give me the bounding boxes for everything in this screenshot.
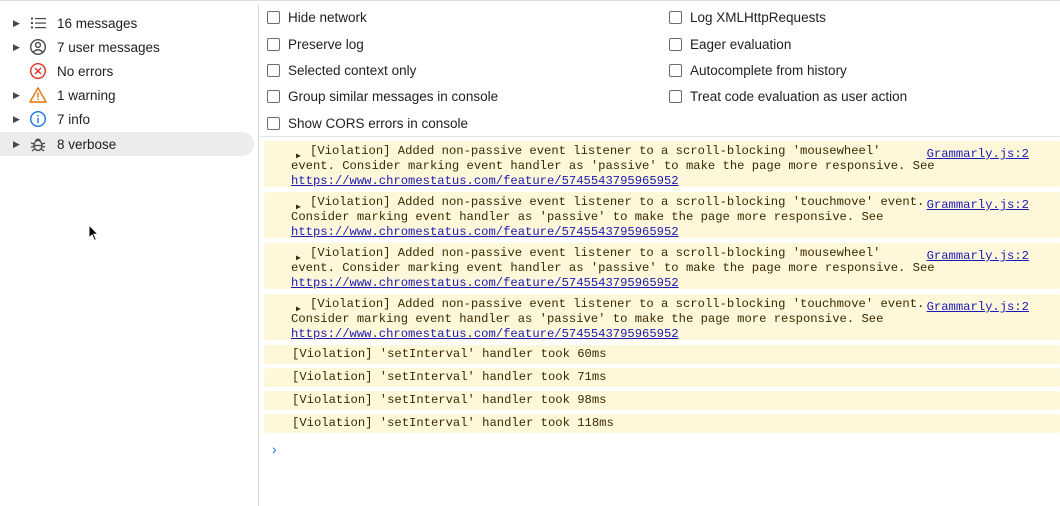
source-link[interactable]: Grammarly.js:2	[927, 300, 1029, 315]
sidebar-item-user-messages[interactable]: ▶ 7 user messages	[0, 35, 254, 59]
message-text: [Violation] 'setInterval' handler took 7…	[292, 370, 607, 384]
sidebar-item-errors[interactable]: ▶ No errors	[0, 59, 254, 83]
expand-arrow-icon[interactable]: ▶	[13, 42, 20, 53]
message-text: [Violation] Added non-passive event list…	[310, 246, 881, 260]
message-text: event. Consider marking event handler as…	[291, 261, 935, 275]
message-text: [Violation] 'setInterval' handler took 6…	[292, 347, 607, 361]
expand-arrow-icon[interactable]: ▶	[13, 139, 20, 150]
message-text: Consider marking event handler as 'passi…	[291, 312, 884, 326]
console-message-interval: [Violation] 'setInterval' handler took 9…	[264, 391, 1060, 410]
treat-code-evaluation-checkbox[interactable]: Treat code evaluation as user action	[669, 89, 907, 104]
mouse-cursor-icon	[88, 223, 100, 247]
source-link[interactable]: Grammarly.js:2	[927, 147, 1029, 162]
selected-context-checkbox[interactable]: Selected context only	[267, 63, 416, 78]
checkbox-box[interactable]	[669, 38, 682, 51]
message-text: Consider marking event handler as 'passi…	[291, 210, 884, 224]
console-sidebar: ▶ 16 messages ▶ 7 user messages ▶ No err…	[0, 5, 259, 506]
message-text: [Violation] 'setInterval' handler took 9…	[292, 393, 607, 407]
checkbox-box[interactable]	[669, 11, 682, 24]
error-icon	[29, 62, 47, 80]
show-cors-errors-checkbox[interactable]: Show CORS errors in console	[267, 116, 468, 131]
checkbox-box[interactable]	[267, 90, 280, 103]
console-message-violation: ▶ [Violation] Added non-passive event li…	[264, 294, 1060, 342]
message-text: [Violation] 'setInterval' handler took 1…	[292, 416, 614, 430]
list-icon	[29, 14, 47, 32]
sidebar-item-label: 16 messages	[57, 15, 138, 31]
console-prompt[interactable]: ›	[272, 441, 277, 457]
console-message-violation: ▶ [Violation] Added non-passive event li…	[264, 243, 1060, 291]
autocomplete-history-checkbox[interactable]: Autocomplete from history	[669, 63, 847, 78]
feature-link[interactable]: https://www.chromestatus.com/feature/574…	[291, 276, 679, 291]
checkbox-label: Log XMLHttpRequests	[690, 10, 826, 25]
checkbox-label: Autocomplete from history	[690, 63, 847, 78]
log-xmlhttprequests-checkbox[interactable]: Log XMLHttpRequests	[669, 10, 826, 25]
checkbox-label: Eager evaluation	[690, 37, 792, 52]
source-link[interactable]: Grammarly.js:2	[927, 249, 1029, 264]
preserve-log-checkbox[interactable]: Preserve log	[267, 37, 364, 52]
sidebar-item-label: No errors	[57, 63, 114, 79]
hide-network-checkbox[interactable]: Hide network	[267, 10, 367, 25]
checkbox-label: Preserve log	[288, 37, 364, 52]
source-link[interactable]: Grammarly.js:2	[927, 198, 1029, 213]
checkbox-box[interactable]	[267, 117, 280, 130]
feature-link[interactable]: https://www.chromestatus.com/feature/574…	[291, 225, 679, 240]
sidebar-item-info[interactable]: ▶ 7 info	[0, 107, 254, 131]
info-icon	[29, 110, 47, 128]
expand-arrow-icon[interactable]: ▶	[13, 90, 20, 101]
checkbox-label: Hide network	[288, 10, 367, 25]
checkbox-box[interactable]	[267, 11, 280, 24]
expand-arrow-icon[interactable]: ▶	[13, 18, 20, 29]
expand-arrow-icon[interactable]: ▶	[13, 114, 20, 125]
feature-link[interactable]: https://www.chromestatus.com/feature/574…	[291, 174, 679, 189]
feature-link[interactable]: https://www.chromestatus.com/feature/574…	[291, 327, 679, 342]
console-message-interval: [Violation] 'setInterval' handler took 1…	[264, 414, 1060, 433]
user-circle-icon	[29, 38, 47, 56]
console-settings-panel: Hide network Preserve log Selected conte…	[260, 5, 1060, 137]
console-message-violation: ▶ [Violation] Added non-passive event li…	[264, 192, 1060, 240]
console-message-interval: [Violation] 'setInterval' handler took 6…	[264, 345, 1060, 364]
console-message-interval: [Violation] 'setInterval' handler took 7…	[264, 368, 1060, 387]
message-text: [Violation] Added non-passive event list…	[310, 297, 925, 311]
sidebar-item-messages[interactable]: ▶ 16 messages	[0, 11, 254, 35]
checkbox-label: Selected context only	[288, 63, 417, 78]
eager-evaluation-checkbox[interactable]: Eager evaluation	[669, 37, 791, 52]
sidebar-item-warnings[interactable]: ▶ 1 warning	[0, 83, 254, 107]
message-text: event. Consider marking event handler as…	[291, 159, 935, 173]
message-text: [Violation] Added non-passive event list…	[310, 144, 881, 158]
warning-icon	[29, 86, 47, 104]
console-message-violation: ▶ [Violation] Added non-passive event li…	[264, 141, 1060, 189]
checkbox-box[interactable]	[267, 38, 280, 51]
sidebar-item-label: 7 info	[57, 111, 91, 127]
bug-icon	[29, 135, 47, 153]
sidebar-item-label: 1 warning	[57, 87, 116, 103]
checkbox-box[interactable]	[267, 64, 280, 77]
sidebar-item-label: 8 verbose	[57, 136, 117, 152]
checkbox-label: Treat code evaluation as user action	[690, 89, 908, 104]
sidebar-item-label: 7 user messages	[57, 39, 160, 55]
message-text: [Violation] Added non-passive event list…	[310, 195, 925, 209]
checkbox-label: Group similar messages in console	[288, 89, 499, 104]
checkbox-box[interactable]	[669, 90, 682, 103]
checkbox-label: Show CORS errors in console	[288, 116, 469, 131]
console-messages: ▶ [Violation] Added non-passive event li…	[260, 137, 1060, 506]
sidebar-item-verbose[interactable]: ▶ 8 verbose	[0, 132, 254, 156]
checkbox-box[interactable]	[669, 64, 682, 77]
group-similar-checkbox[interactable]: Group similar messages in console	[267, 89, 498, 104]
